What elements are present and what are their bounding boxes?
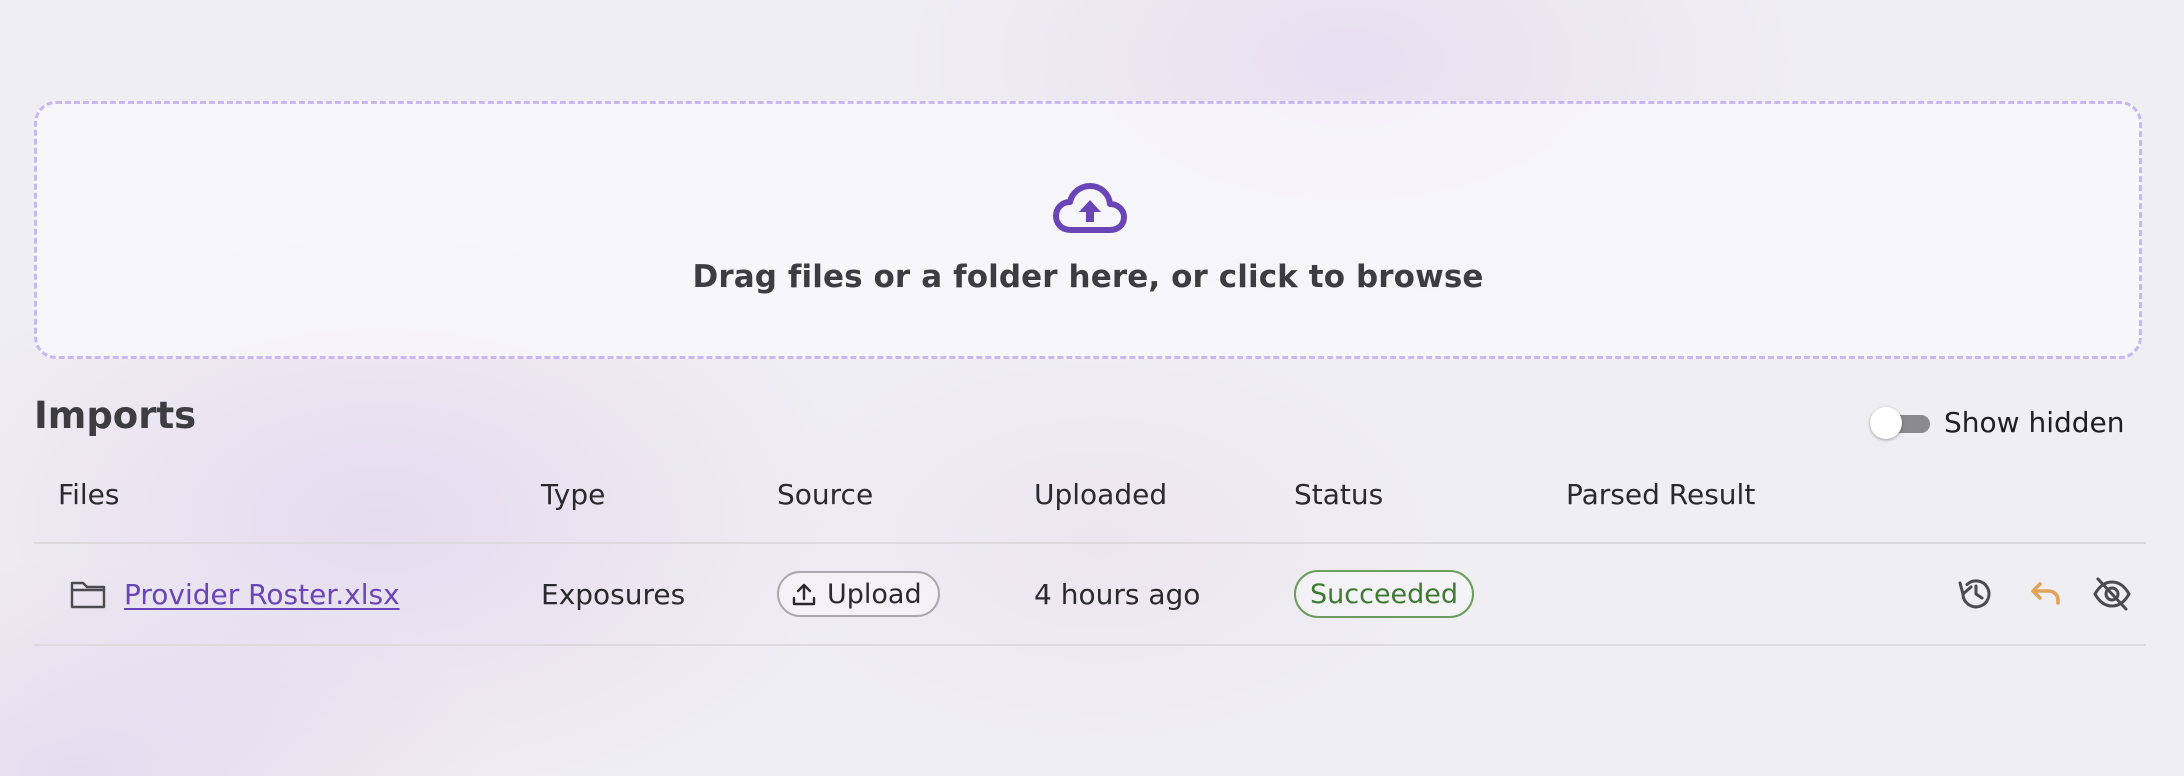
- column-header-source: Source: [777, 478, 874, 511]
- dropzone-instructions: Drag files or a folder here, or click to…: [692, 259, 1484, 295]
- folder-icon: [70, 581, 106, 609]
- table-row: Provider Roster.xlsx Exposures Upload 4 …: [34, 544, 2146, 646]
- file-dropzone[interactable]: Drag files or a folder here, or click to…: [34, 101, 2142, 359]
- type-cell: Exposures: [541, 577, 686, 611]
- imports-table: Files Type Source Uploaded Status Parsed…: [34, 468, 2146, 646]
- upload-icon: [792, 583, 816, 606]
- status-cell: Succeeded: [1294, 544, 1475, 644]
- eye-off-icon: [2093, 577, 2131, 611]
- column-header-uploaded: Uploaded: [1034, 478, 1168, 511]
- hide-button[interactable]: [2090, 572, 2134, 616]
- cloud-upload-icon: [1053, 183, 1127, 233]
- column-header-files: Files: [58, 478, 120, 511]
- imports-title: Imports: [34, 394, 197, 437]
- table-header: Files Type Source Uploaded Status Parsed…: [34, 468, 2146, 544]
- history-icon: [1958, 579, 1991, 609]
- file-cell: Provider Roster.xlsx: [70, 544, 400, 644]
- show-hidden-label: Show hidden: [1944, 406, 2125, 439]
- undo-button[interactable]: [2022, 572, 2066, 616]
- source-badge: Upload: [777, 571, 940, 617]
- column-header-type: Type: [541, 478, 606, 511]
- history-button[interactable]: [1954, 572, 1998, 616]
- toggle-knob: [1870, 406, 1902, 439]
- undo-icon: [2031, 582, 2060, 605]
- column-header-parsed-result: Parsed Result: [1566, 478, 1756, 511]
- source-label: Upload: [827, 578, 922, 610]
- column-header-status: Status: [1294, 478, 1384, 511]
- status-badge: Succeeded: [1294, 570, 1475, 618]
- show-hidden-toggle[interactable]: [1870, 406, 1930, 439]
- uploaded-cell: 4 hours ago: [1034, 577, 1201, 611]
- file-name-link[interactable]: Provider Roster.xlsx: [124, 578, 400, 611]
- source-cell: Upload: [777, 544, 940, 644]
- show-hidden-toggle-wrap[interactable]: Show hidden: [1870, 406, 2125, 439]
